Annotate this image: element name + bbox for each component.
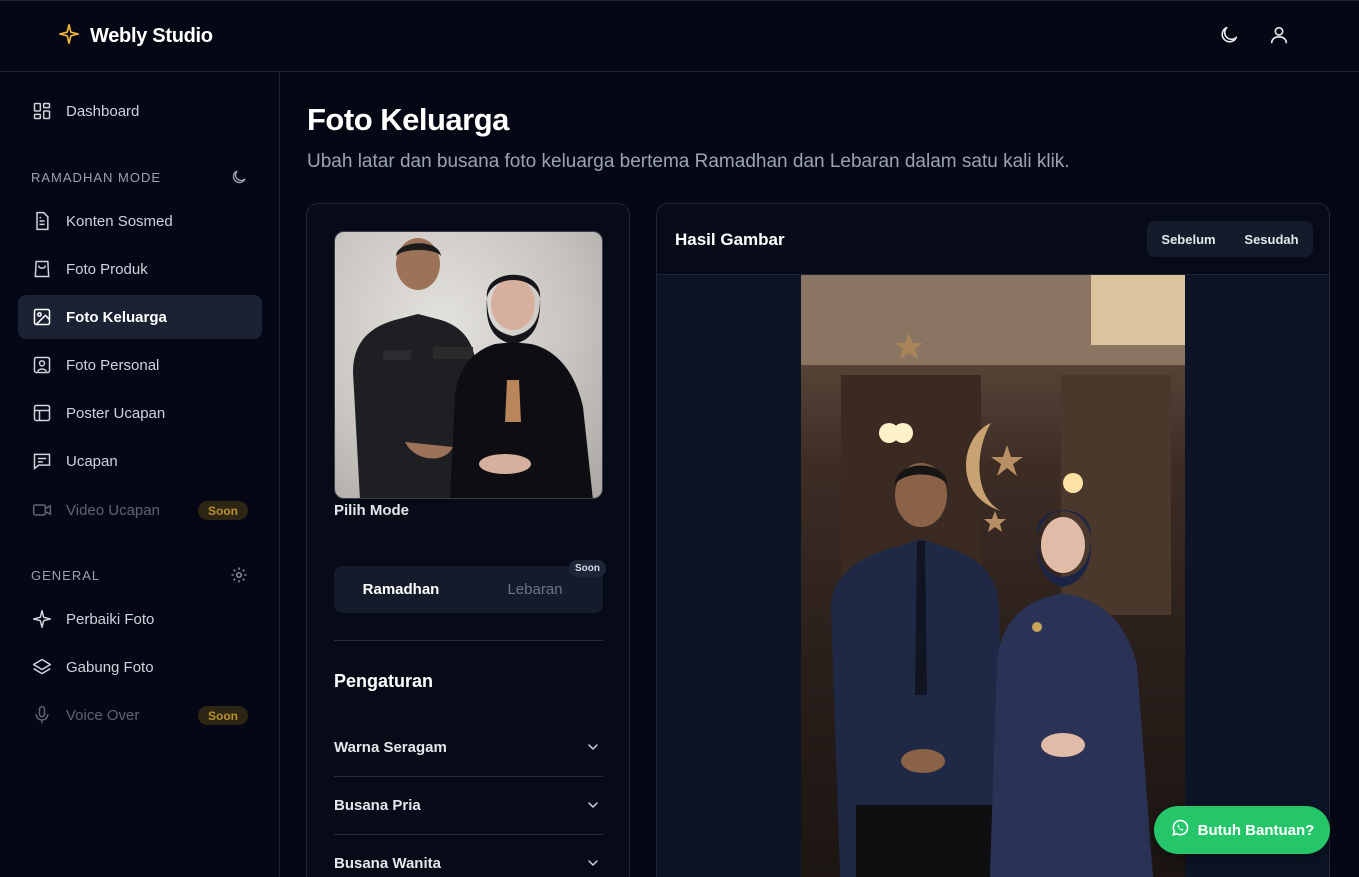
brand-name: Webly Studio (90, 25, 213, 47)
before-after-toggle: Sebelum Sesudah (1147, 221, 1313, 257)
sidebar-item-label: Poster Ucapan (66, 404, 166, 422)
sidebar-item-konten-sosmed[interactable]: Konten Sosmed (18, 199, 262, 243)
chevron-down-icon (585, 855, 601, 871)
chevron-down-icon (585, 797, 601, 813)
sidebar-item-label: Foto Keluarga (66, 308, 167, 326)
section-general: GENERAL (31, 568, 101, 583)
whatsapp-icon (1170, 818, 1190, 842)
sidebar-item-voice-over[interactable]: Voice Over Soon (18, 693, 262, 737)
top-bar: Webly Studio (0, 0, 1359, 72)
sidebar: Dashboard RAMADHAN MODE Konten Sosmed Fo… (0, 72, 280, 877)
accordion-warna-seragam[interactable]: Warna Seragam (334, 719, 603, 777)
moon-icon (1218, 24, 1240, 51)
result-image[interactable] (801, 275, 1185, 877)
help-label: Butuh Bantuan? (1197, 821, 1315, 839)
mode-ramadhan-button[interactable]: Ramadhan (334, 566, 468, 613)
user-menu-button[interactable] (1267, 25, 1291, 49)
page-subtitle: Ubah latar dan busana foto keluarga bert… (307, 151, 1070, 172)
sidebar-item-foto-personal[interactable]: Foto Personal (18, 343, 262, 387)
mode-label: Pilih Mode (334, 502, 409, 519)
sidebar-item-label: Foto Personal (66, 356, 160, 374)
soon-badge: Soon (569, 560, 606, 577)
sidebar-item-dashboard[interactable]: Dashboard (18, 89, 262, 133)
sidebar-item-label: Video Ucapan (66, 501, 160, 519)
sidebar-item-foto-produk[interactable]: Foto Produk (18, 247, 262, 291)
sidebar-item-label: Dashboard (66, 102, 140, 120)
sidebar-item-gabung-foto[interactable]: Gabung Foto (18, 645, 262, 689)
user-icon (1268, 24, 1290, 51)
grid-icon (32, 101, 52, 121)
mode-lebaran-label: Lebaran (507, 581, 563, 598)
document-icon (32, 211, 52, 231)
chevron-down-icon (585, 739, 601, 755)
result-header: Hasil Gambar Sebelum Sesudah (657, 204, 1329, 275)
sidebar-item-label: Foto Produk (66, 260, 148, 278)
help-button[interactable]: Butuh Bantuan? (1154, 806, 1330, 854)
result-card: Hasil Gambar Sebelum Sesudah (656, 203, 1330, 877)
sidebar-item-label: Ucapan (66, 452, 118, 470)
theme-toggle-button[interactable] (1217, 25, 1241, 49)
sidebar-item-ucapan[interactable]: Ucapan (18, 439, 262, 483)
divider (334, 640, 603, 641)
moon-icon (230, 168, 248, 186)
page-title: Foto Keluarga (307, 102, 509, 137)
shopping-bag-icon (32, 259, 52, 279)
message-icon (32, 451, 52, 471)
sparkle-icon (32, 609, 52, 629)
uploaded-photo[interactable] (334, 231, 603, 499)
result-area (657, 275, 1329, 877)
after-button[interactable]: Sesudah (1230, 232, 1313, 247)
settings-title: Pengaturan (334, 671, 434, 691)
before-button[interactable]: Sebelum (1147, 232, 1230, 247)
layers-icon (32, 657, 52, 677)
accordion-busana-wanita[interactable]: Busana Wanita (334, 835, 603, 877)
gear-icon (230, 566, 248, 584)
accordion-label: Warna Seragam (334, 739, 447, 756)
sparkle-icon (58, 23, 80, 50)
soon-badge: Soon (198, 501, 248, 520)
accordion-busana-pria[interactable]: Busana Pria (334, 777, 603, 835)
soon-badge: Soon (198, 706, 248, 725)
sidebar-item-video-ucapan[interactable]: Video Ucapan Soon (18, 488, 262, 532)
mode-lebaran-button[interactable]: Lebaran Soon (468, 560, 606, 613)
accordion-label: Busana Wanita (334, 855, 441, 872)
portrait-icon (32, 355, 52, 375)
result-title: Hasil Gambar (675, 230, 785, 249)
accordion-label: Busana Pria (334, 797, 421, 814)
main-content: Foto Keluarga Ubah latar dan busana foto… (280, 72, 1359, 877)
brand-logo[interactable]: Webly Studio (58, 23, 213, 50)
video-icon (32, 500, 52, 520)
sidebar-item-label: Perbaiki Foto (66, 610, 155, 628)
sidebar-item-label: Gabung Foto (66, 658, 154, 676)
mode-toggle: Ramadhan Lebaran Soon (334, 560, 606, 613)
sidebar-item-label: Voice Over (66, 706, 140, 724)
settings-card: Pilih Mode Ramadhan Lebaran Soon Pengatu… (306, 203, 630, 877)
section-ramadhan-mode: RAMADHAN MODE (31, 170, 162, 185)
sidebar-item-poster-ucapan[interactable]: Poster Ucapan (18, 391, 262, 435)
microphone-icon (32, 705, 52, 725)
image-icon (32, 307, 52, 327)
sidebar-item-label: Konten Sosmed (66, 212, 173, 230)
sidebar-item-perbaiki-foto[interactable]: Perbaiki Foto (18, 597, 262, 641)
layout-icon (32, 403, 52, 423)
sidebar-item-foto-keluarga[interactable]: Foto Keluarga (18, 295, 262, 339)
